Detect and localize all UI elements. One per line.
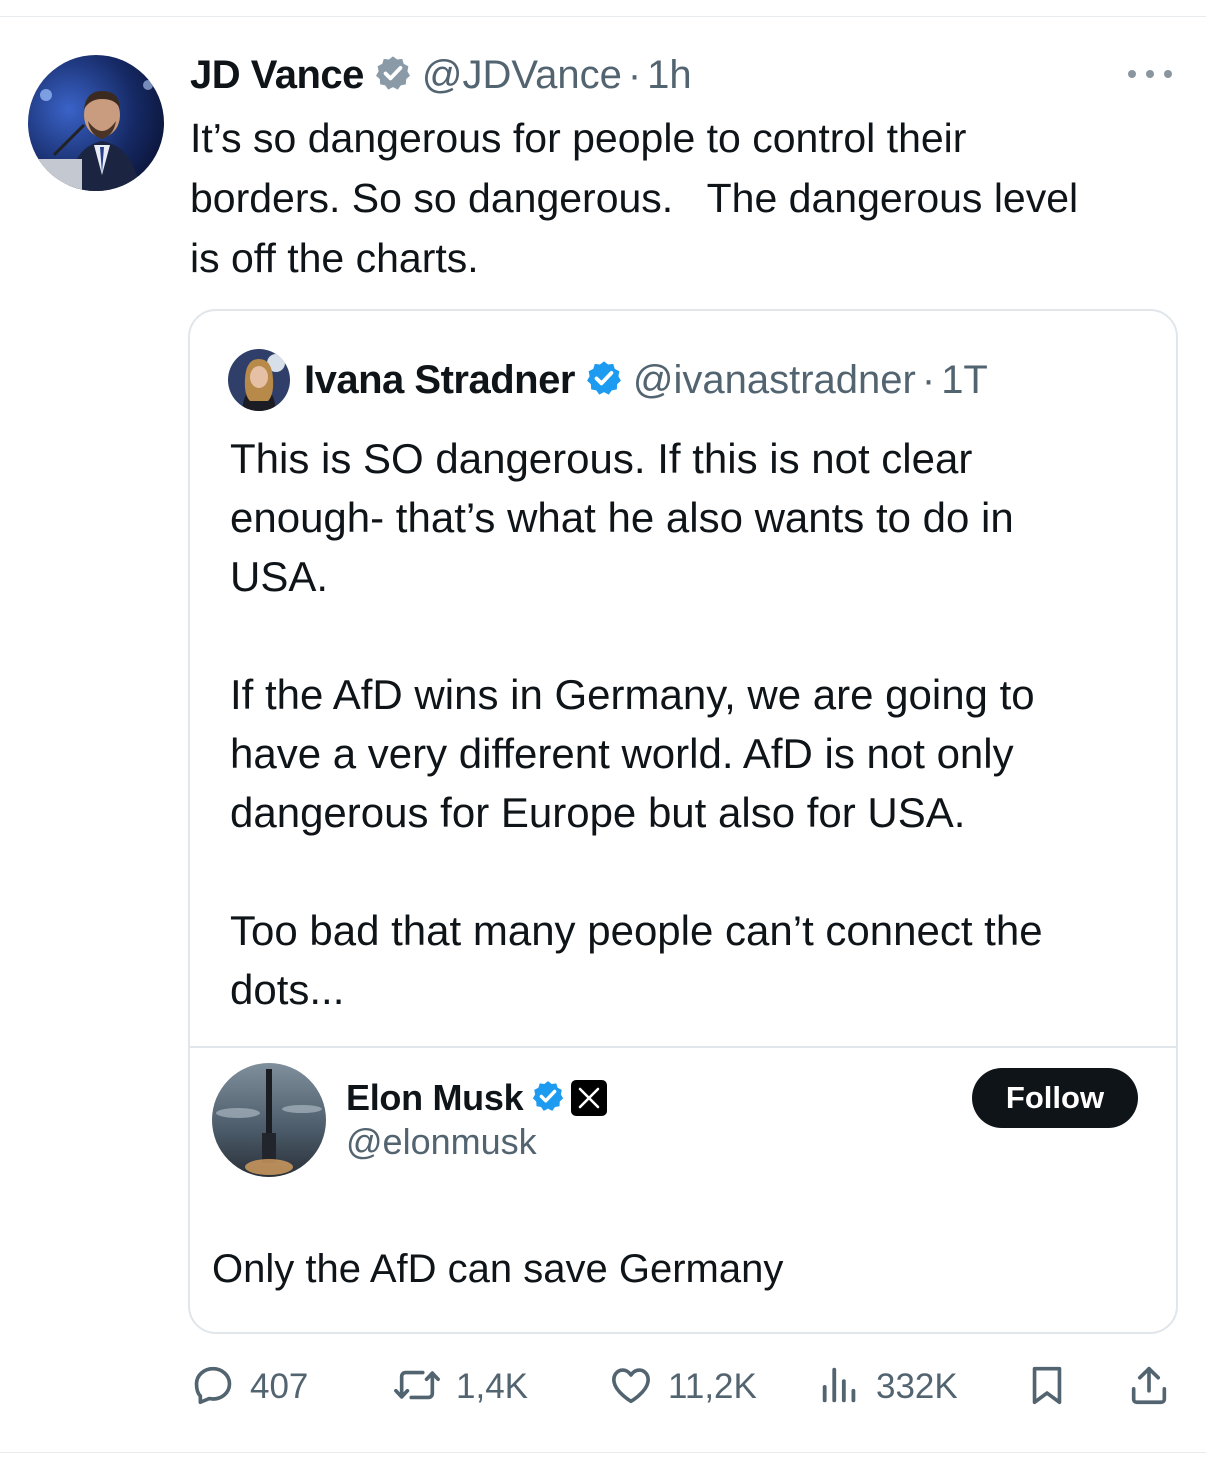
quoted-divider <box>190 1046 1176 1048</box>
views-icon <box>818 1362 862 1413</box>
x-logo-icon <box>571 1080 608 1116</box>
like-icon <box>608 1362 654 1413</box>
action-bar: 407 1,4K 11,2K 332K <box>190 1362 1180 1412</box>
bookmark-icon <box>1024 1362 1070 1413</box>
reply-button[interactable]: 407 <box>190 1362 308 1412</box>
quoted-author-avatar <box>228 349 290 411</box>
quoted-tweet-header: Ivana Stradner @ivanastradner · 1T <box>228 349 988 411</box>
embedded-post-text: Only the AfD can save Germany <box>212 1247 784 1291</box>
time-separator: · <box>627 52 642 97</box>
repost-icon <box>392 1362 442 1413</box>
follow-button[interactable]: Follow <box>972 1068 1138 1128</box>
author-avatar[interactable] <box>28 55 164 191</box>
reply-count: 407 <box>250 1367 309 1406</box>
quoted-author-name: Ivana Stradner <box>304 357 575 402</box>
tweet-header: JD Vance @JDVance · 1h <box>190 50 692 100</box>
time-separator: · <box>921 357 936 402</box>
embedded-author-handle: @elonmusk <box>346 1121 537 1162</box>
tweet-text: It’s so dangerous for people to control … <box>190 115 1079 281</box>
more-icon[interactable] <box>1128 64 1172 84</box>
bookmark-button[interactable] <box>1024 1362 1070 1412</box>
repost-button[interactable]: 1,4K <box>392 1362 528 1412</box>
embedded-author-avatar <box>212 1063 326 1177</box>
repost-count: 1,4K <box>456 1367 528 1406</box>
quoted-tweet-text: This is SO dangerous. If this is not cle… <box>230 435 1043 1013</box>
verified-badge-icon <box>374 54 412 97</box>
quoted-tweet[interactable]: Ivana Stradner @ivanastradner · 1T This … <box>188 309 1178 1334</box>
verified-badge-icon <box>531 1079 565 1118</box>
author-handle[interactable]: @JDVance <box>422 53 622 98</box>
post-time[interactable]: 1h <box>647 53 692 98</box>
quoted-post-time: 1T <box>941 357 988 402</box>
views-button[interactable]: 332K <box>818 1362 958 1412</box>
like-button[interactable]: 11,2K <box>608 1362 757 1412</box>
share-button[interactable] <box>1126 1362 1172 1412</box>
reply-icon <box>190 1362 236 1413</box>
top-divider <box>0 16 1206 17</box>
bottom-divider <box>0 1452 1206 1453</box>
like-count: 11,2K <box>668 1367 757 1406</box>
author-name[interactable]: JD Vance <box>190 53 364 98</box>
tweet-detail: JD Vance @JDVance · 1h It’s so dangerous… <box>0 0 1206 1462</box>
share-icon <box>1126 1362 1172 1413</box>
embedded-author-name: Elon Musk <box>346 1077 524 1118</box>
embedded-header: Elon Musk <box>346 1074 608 1122</box>
quoted-author-handle: @ivanastradner <box>632 357 916 402</box>
views-count: 332K <box>876 1367 958 1406</box>
verified-badge-icon <box>585 359 623 402</box>
